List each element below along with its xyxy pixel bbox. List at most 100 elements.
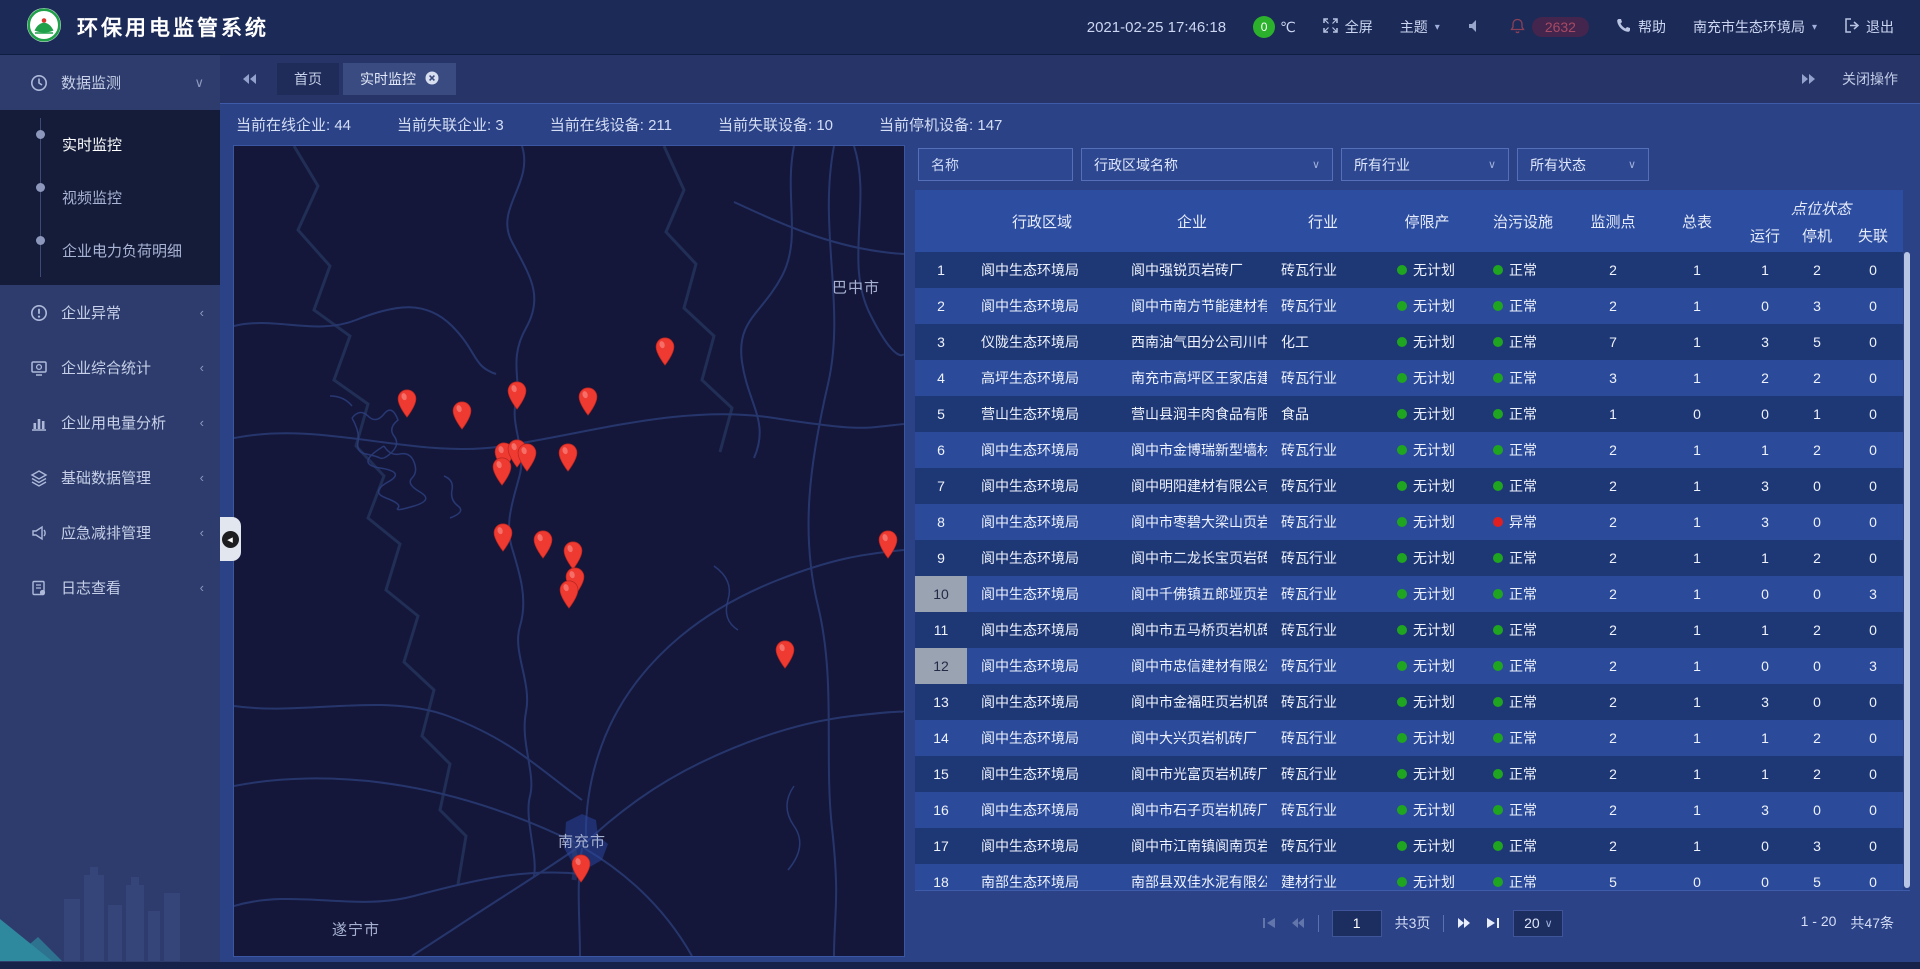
cell-limit: 无计划 xyxy=(1379,296,1475,316)
table-row[interactable]: 14阆中生态环境局阆中大兴页岩机砖厂砖瓦行业无计划正常21120 xyxy=(915,720,1903,756)
cell-region: 阆中生态环境局 xyxy=(967,728,1117,748)
table-scrollbar[interactable] xyxy=(1904,252,1910,888)
sidebar-item-企业综合统计[interactable]: 企业综合统计‹ xyxy=(0,340,220,395)
col-industry[interactable]: 行业 xyxy=(1267,190,1379,252)
sidebar-subitem-企业电力负荷明细[interactable]: 企业电力负荷明细 xyxy=(0,224,220,277)
table-row[interactable]: 17阆中生态环境局阆中市江南镇阆南页岩砖瓦行业无计划正常21030 xyxy=(915,828,1903,864)
col-region[interactable]: 行政区域 xyxy=(967,190,1117,252)
map-marker-icon[interactable] xyxy=(878,530,899,564)
table-row[interactable]: 9阆中生态环境局阆中市二龙长宝页岩砖砖瓦行业无计划正常21120 xyxy=(915,540,1903,576)
table-row[interactable]: 13阆中生态环境局阆中市金福旺页岩机砖砖瓦行业无计划正常21300 xyxy=(915,684,1903,720)
table-row[interactable]: 5营山生态环境局营山县润丰肉食品有限食品无计划正常10010 xyxy=(915,396,1903,432)
map-marker-icon[interactable] xyxy=(517,443,538,477)
col-lost[interactable]: 失联 xyxy=(1843,223,1903,247)
cell-stop: 2 xyxy=(1791,730,1843,746)
map-marker-icon[interactable] xyxy=(452,401,473,435)
cell-facility: 正常 xyxy=(1475,260,1571,280)
page-size-select[interactable]: 20 ∨ xyxy=(1513,910,1563,937)
sidebar-subitem-视频监控[interactable]: 视频监控 xyxy=(0,171,220,224)
map-marker-icon[interactable] xyxy=(655,337,676,371)
region-select[interactable]: 行政区域名称 ∨ xyxy=(1081,148,1333,181)
logout-button[interactable]: 退出 xyxy=(1844,17,1894,37)
tab-realtime-monitor[interactable]: 实时监控 xyxy=(343,63,456,95)
sidebar-item-日志查看[interactable]: 日志查看‹ xyxy=(0,560,220,615)
map-marker-icon[interactable] xyxy=(558,443,579,477)
page-input[interactable] xyxy=(1332,910,1382,937)
sidebar-collapse-button[interactable]: ◂ xyxy=(220,517,241,561)
col-stop[interactable]: 停机 xyxy=(1791,223,1843,247)
cell-stop: 2 xyxy=(1791,622,1843,638)
table-row[interactable]: 12阆中生态环境局阆中市忠信建材有限公砖瓦行业无计划正常21003 xyxy=(915,648,1903,684)
status-dot xyxy=(1493,697,1503,707)
table-row[interactable]: 10阆中生态环境局阆中千佛镇五郎垭页岩砖瓦行业无计划正常21003 xyxy=(915,576,1903,612)
table-row[interactable]: 11阆中生态环境局阆中市五马桥页岩机砖砖瓦行业无计划正常21120 xyxy=(915,612,1903,648)
notifications-button[interactable]: 2632 xyxy=(1510,17,1589,37)
table-row[interactable]: 8阆中生态环境局阆中市枣碧大梁山页岩砖瓦行业无计划异常21300 xyxy=(915,504,1903,540)
table-row[interactable]: 18南部生态环境局南部县双佳水泥有限公建材行业无计划正常50050 xyxy=(915,864,1903,890)
table-row[interactable]: 15阆中生态环境局阆中市光富页岩机砖厂砖瓦行业无计划正常21120 xyxy=(915,756,1903,792)
sidebar-item-应急减排管理[interactable]: 应急减排管理‹ xyxy=(0,505,220,560)
speaker-icon xyxy=(1467,19,1483,36)
cell-limit: 无计划 xyxy=(1379,332,1475,352)
status-select[interactable]: 所有状态 ∨ xyxy=(1517,148,1649,181)
notification-badge: 2632 xyxy=(1532,17,1589,37)
prev-page-button[interactable] xyxy=(1290,917,1305,929)
table-row[interactable]: 2阆中生态环境局阆中市南方节能建材有砖瓦行业无计划正常21030 xyxy=(915,288,1903,324)
sidebar-item-基础数据管理[interactable]: 基础数据管理‹ xyxy=(0,450,220,505)
first-page-button[interactable] xyxy=(1262,917,1277,929)
map-marker-icon[interactable] xyxy=(571,854,592,888)
table-row[interactable]: 4高坪生态环境局南充市高坪区王家店建砖瓦行业无计划正常31220 xyxy=(915,360,1903,396)
cell-stop: 0 xyxy=(1791,514,1843,530)
stat-item: 当前在线企业: 44 xyxy=(236,114,351,135)
col-meters[interactable]: 总表 xyxy=(1655,190,1739,252)
fullscreen-button[interactable]: 全屏 xyxy=(1323,17,1373,37)
alert-icon xyxy=(30,304,48,322)
org-dropdown[interactable]: 南充市生态环境局 ▾ xyxy=(1693,17,1817,37)
table-row[interactable]: 6阆中生态环境局阆中市金博瑞新型墙材砖瓦行业无计划正常21120 xyxy=(915,432,1903,468)
close-operations-button[interactable]: 关闭操作 xyxy=(1842,69,1898,89)
scroll-tabs-right-icon[interactable] xyxy=(1801,73,1816,85)
cell-limit: 无计划 xyxy=(1379,404,1475,424)
table-row[interactable]: 1阆中生态环境局阆中强锐页岩砖厂砖瓦行业无计划正常21120 xyxy=(915,252,1903,288)
cityscape-watermark xyxy=(0,841,220,961)
sidebar-subitem-实时监控[interactable]: 实时监控 xyxy=(0,118,220,171)
table-row[interactable]: 7阆中生态环境局阆中明阳建材有限公司砖瓦行业无计划正常21300 xyxy=(915,468,1903,504)
close-icon[interactable] xyxy=(425,71,439,88)
col-limit[interactable]: 停限产 xyxy=(1379,190,1475,252)
industry-select[interactable]: 所有行业 ∨ xyxy=(1341,148,1509,181)
status-dot xyxy=(1397,373,1407,383)
cell-meters: 1 xyxy=(1655,802,1739,818)
map-marker-icon[interactable] xyxy=(507,381,528,415)
col-points[interactable]: 监测点 xyxy=(1571,190,1655,252)
map-marker-icon[interactable] xyxy=(397,389,418,423)
sidebar-item-数据监测[interactable]: 数据监测∨ xyxy=(0,55,220,110)
table-row[interactable]: 3仪陇生态环境局西南油气田分公司川中化工无计划正常71350 xyxy=(915,324,1903,360)
map-marker-icon[interactable] xyxy=(533,530,554,564)
map-marker-icon[interactable] xyxy=(493,523,514,557)
col-company[interactable]: 企业 xyxy=(1117,190,1267,252)
name-search-input[interactable] xyxy=(918,148,1073,181)
sidebar: 数据监测∨ 实时监控视频监控企业电力负荷明细企业异常‹企业综合统计‹企业用电量分析… xyxy=(0,55,220,969)
help-button[interactable]: 帮助 xyxy=(1616,17,1666,37)
sidebar-item-企业异常[interactable]: 企业异常‹ xyxy=(0,285,220,340)
map-marker-icon[interactable] xyxy=(559,580,580,614)
cell-stop: 0 xyxy=(1791,586,1843,602)
table-row[interactable]: 16阆中生态环境局阆中市石子页岩机砖厂砖瓦行业无计划正常21300 xyxy=(915,792,1903,828)
mute-button[interactable] xyxy=(1467,19,1483,36)
col-run[interactable]: 运行 xyxy=(1739,223,1791,247)
theme-dropdown[interactable]: 主题 ▾ xyxy=(1400,17,1440,37)
col-facility[interactable]: 治污设施 xyxy=(1475,190,1571,252)
chevron-left-icon: ‹ xyxy=(200,415,204,430)
next-page-button[interactable] xyxy=(1457,917,1472,929)
cell-meters: 1 xyxy=(1655,622,1739,638)
map-panel[interactable]: 巴中市南充市遂宁市 xyxy=(233,145,905,957)
map-marker-icon[interactable] xyxy=(775,640,796,674)
cell-lost: 0 xyxy=(1843,550,1903,566)
phone-icon xyxy=(1616,18,1631,36)
last-page-button[interactable] xyxy=(1485,917,1500,929)
tab-home[interactable]: 首页 xyxy=(277,63,339,95)
map-marker-icon[interactable] xyxy=(578,387,599,421)
sidebar-item-企业用电量分析[interactable]: 企业用电量分析‹ xyxy=(0,395,220,450)
map-marker-icon[interactable] xyxy=(492,457,513,491)
scroll-tabs-left-icon[interactable] xyxy=(242,73,257,85)
